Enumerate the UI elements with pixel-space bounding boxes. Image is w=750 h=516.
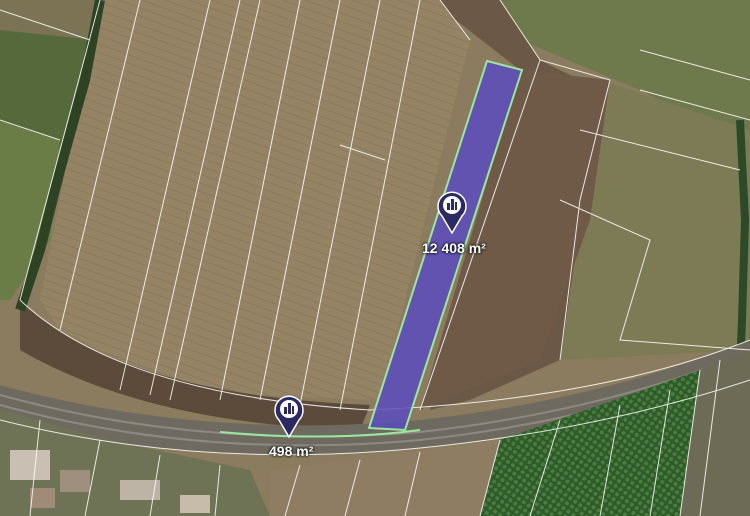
parcel-marker-1[interactable]: [436, 190, 468, 234]
map-view[interactable]: 12 408 m² 498 m²: [0, 0, 750, 516]
parcel-area-label-1: 12 408 m²: [422, 240, 486, 256]
parcel-marker-2[interactable]: [273, 394, 305, 438]
parcel-area-label-2: 498 m²: [269, 443, 314, 459]
aerial-imagery: [0, 0, 750, 516]
